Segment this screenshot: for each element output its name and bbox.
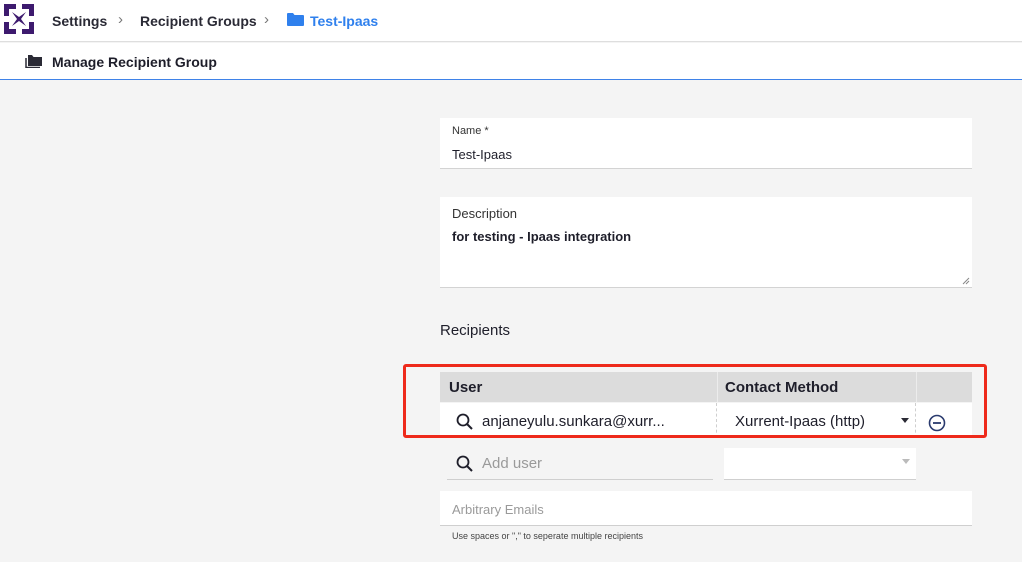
helper-text: Use spaces or "," to seperate multiple r…: [452, 531, 643, 541]
app-logo-icon[interactable]: [3, 3, 35, 35]
add-user-placeholder: Add user: [482, 455, 543, 472]
name-label: Name *: [452, 125, 489, 137]
arbitrary-emails-input[interactable]: Arbitrary Emails: [440, 491, 972, 526]
add-user-input[interactable]: Add user: [447, 448, 713, 480]
chevron-right-icon: ›: [264, 11, 269, 28]
breadcrumb-settings[interactable]: Settings: [52, 13, 107, 29]
resize-handle-icon[interactable]: [962, 277, 970, 285]
highlight-annotation: [403, 364, 987, 438]
name-value: Test-Ipaas: [452, 147, 512, 162]
breadcrumb-recipient-groups[interactable]: Recipient Groups: [140, 13, 257, 29]
description-field[interactable]: Description for testing - Ipaas integrat…: [440, 197, 972, 288]
breadcrumb-current: Test-Ipaas: [310, 13, 379, 29]
arbitrary-emails-placeholder: Arbitrary Emails: [452, 502, 544, 517]
folder-icon: [287, 13, 304, 26]
page-title: Manage Recipient Group: [52, 54, 217, 70]
description-value: for testing - Ipaas integration: [452, 229, 632, 244]
description-label: Description: [452, 206, 518, 221]
chevron-down-icon: [902, 459, 910, 464]
name-field[interactable]: Name * Test-Ipaas: [440, 118, 972, 169]
sub-header: Manage Recipient Group: [0, 43, 1022, 80]
chevron-right-icon: ›: [118, 11, 123, 28]
search-icon: [456, 455, 473, 472]
recipients-title: Recipients: [440, 322, 511, 339]
add-contact-method-select[interactable]: [724, 448, 916, 480]
top-bar: Settings › Recipient Groups › Test-Ipaas: [0, 0, 1022, 42]
folder-icon: [25, 55, 42, 68]
